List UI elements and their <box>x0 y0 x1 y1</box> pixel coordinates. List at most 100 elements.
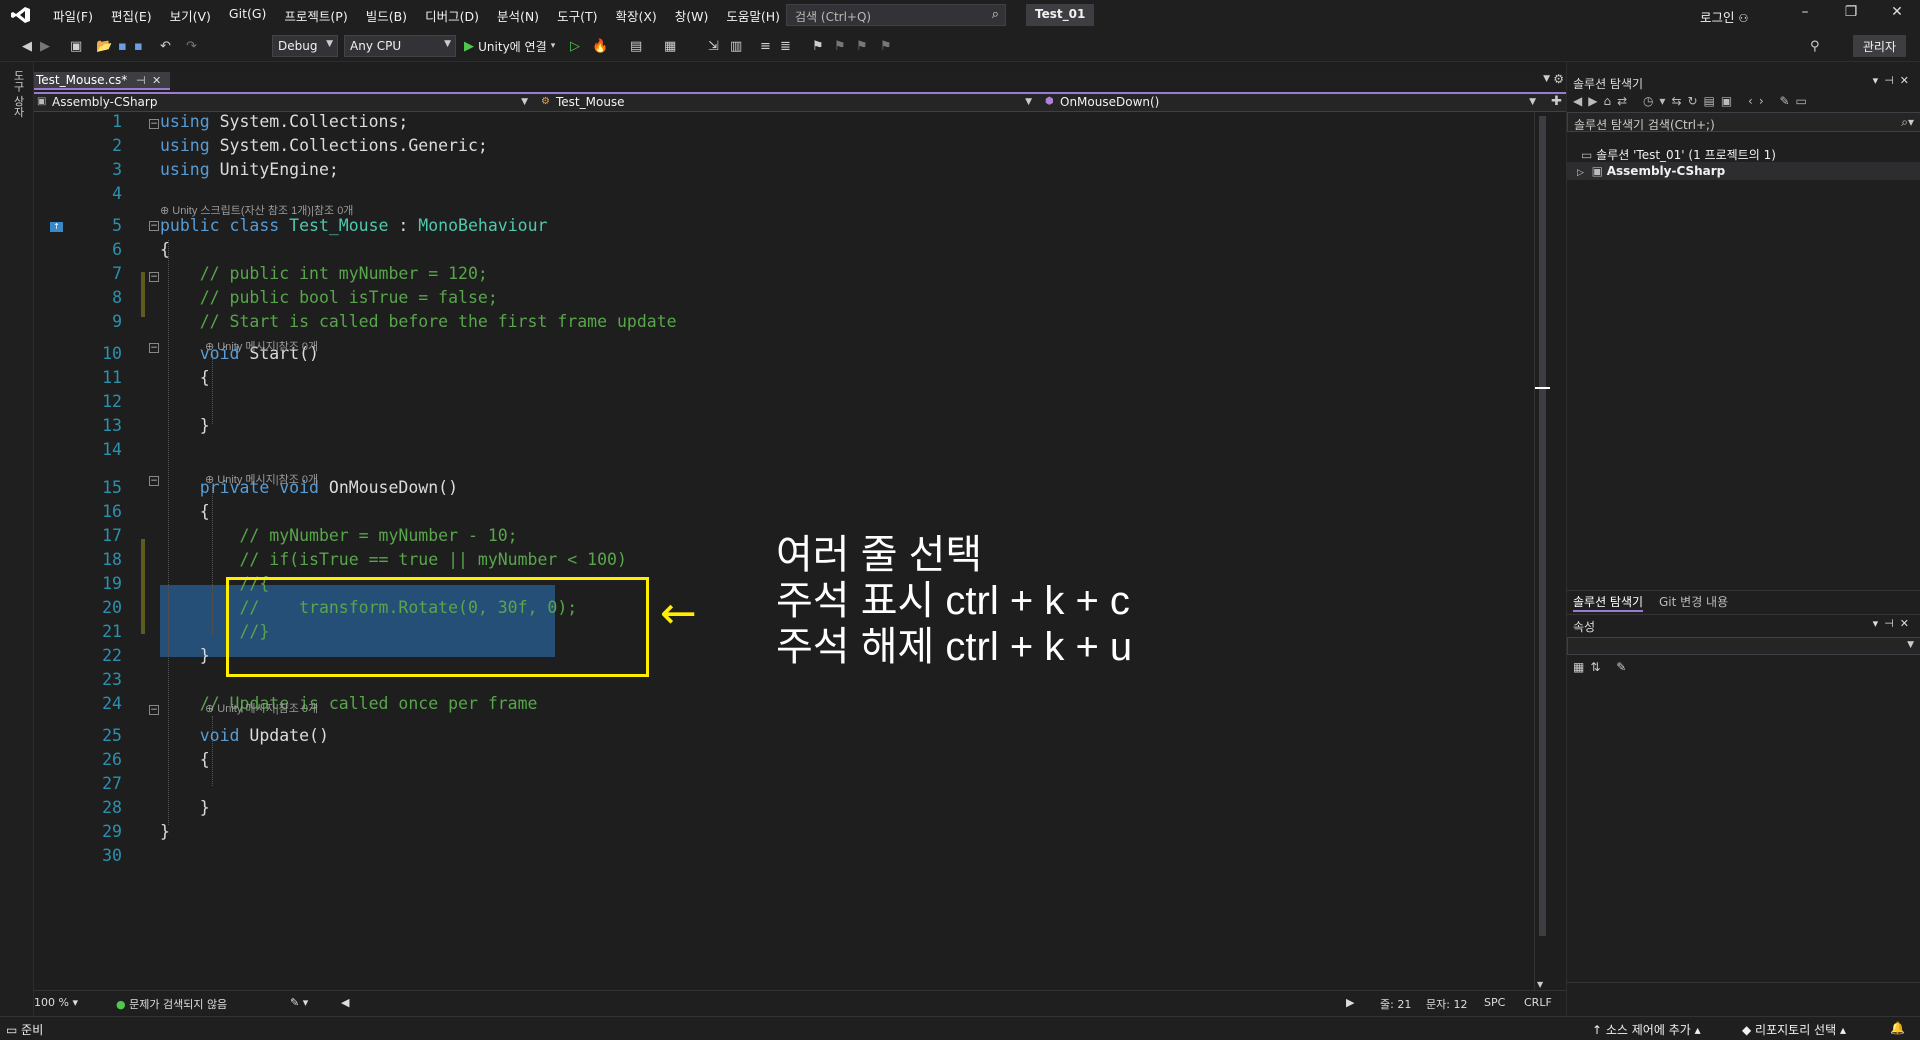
pin-icon[interactable]: ⊣ <box>136 74 146 87</box>
prev-bookmark-icon[interactable]: ⚑ <box>834 36 846 56</box>
whitespace-indicator[interactable]: SPC <box>1484 996 1505 1009</box>
notifications-bell-icon[interactable]: 🔔 <box>1890 1021 1905 1035</box>
search-input[interactable]: 검색 (Ctrl+Q) ⌕ <box>786 4 1006 26</box>
menu-item[interactable]: 확장(X) <box>606 6 665 25</box>
properties-toolbar[interactable]: ▦⇅ ✎ <box>1573 660 1632 674</box>
redo-icon[interactable]: ↷ <box>186 36 197 56</box>
add-source-control-button[interactable]: ↑ 소스 제어에 추가 ▴ <box>1592 1021 1701 1038</box>
code-line[interactable]: 5 public class Test_Mouse : MonoBehaviour <box>34 216 1544 240</box>
uncomment-icon[interactable]: ≣ <box>780 36 791 56</box>
save-all-icon[interactable]: ▪ <box>134 36 143 56</box>
select-repository-button[interactable]: ◆ 리포지토리 선택 ▴ <box>1742 1021 1846 1038</box>
menu-item[interactable]: 도구(T) <box>548 6 606 25</box>
menu-item[interactable]: 편집(E) <box>102 6 161 25</box>
left-toolbox-tab[interactable]: 도구 상자 <box>0 62 34 1016</box>
login-button[interactable]: 로그인 ⚇ <box>1700 7 1748 26</box>
code-line[interactable]: 13 } <box>34 416 1544 440</box>
code-line[interactable]: 26 { <box>34 750 1544 774</box>
code-line[interactable]: 3 using UnityEngine; <box>34 160 1544 184</box>
code-line[interactable]: 25 void Update() <box>34 726 1544 750</box>
code-line[interactable]: 30 <box>34 846 1544 870</box>
scroll-down-icon[interactable]: ▼ <box>1537 980 1543 989</box>
configuration-dropdown[interactable]: Debug ▼ <box>272 35 338 57</box>
admin-badge[interactable]: 관리자 <box>1852 35 1906 57</box>
solution-search-input[interactable]: 솔루션 탐색기 검색(Ctrl+;) ⌕▾ <box>1567 112 1920 132</box>
scrollbar-thumb[interactable] <box>1539 116 1546 936</box>
vertical-scrollbar[interactable]: ▼ <box>1534 112 1550 990</box>
zoom-dropdown[interactable]: 100 % ▾ <box>34 996 78 1009</box>
codelens-update[interactable]: ⊕ Unity 메시지|참조 0개 <box>205 700 318 716</box>
menu-item[interactable]: 창(W) <box>666 6 718 25</box>
comment-icon[interactable]: ≡ <box>760 36 771 56</box>
member-dropdown[interactable]: ⬢ OnMouseDown() ▼ <box>1042 95 1542 112</box>
clear-bookmark-icon[interactable]: ⚑ <box>880 36 892 56</box>
properties-object-dropdown[interactable]: ▼ <box>1567 637 1920 655</box>
code-line[interactable]: 11 { <box>34 368 1544 392</box>
menu-item[interactable]: 분석(N) <box>488 6 548 25</box>
undo-icon[interactable]: ↶ <box>160 36 171 56</box>
back-icon[interactable]: ◀ <box>22 36 32 56</box>
code-line[interactable]: 16 { <box>34 502 1544 526</box>
menu-item[interactable]: 도움말(H) <box>717 6 789 25</box>
menu-item[interactable]: 프로젝트(P) <box>275 6 356 25</box>
code-line[interactable]: 2 using System.Collections.Generic; <box>34 136 1544 160</box>
next-bookmark-icon[interactable]: ⚑ <box>856 36 868 56</box>
tab-solution-explorer[interactable]: 솔루션 탐색기 <box>1573 593 1644 612</box>
platform-dropdown[interactable]: Any CPU ▼ <box>344 35 456 57</box>
project-node[interactable]: ▷ ▣ Assembly-CSharp <box>1567 162 1920 180</box>
code-editor[interactable]: ↑ − − − − − − 1 using System.Collections;… <box>34 112 1550 990</box>
split-editor-icon[interactable]: ✚ <box>1551 94 1562 109</box>
save-icon[interactable]: ▪ <box>118 36 127 56</box>
browse-icon[interactable]: ▤ <box>630 36 642 56</box>
forward-icon[interactable]: ▶ <box>40 36 50 56</box>
panel-controls[interactable]: ▾⊣✕ <box>1873 74 1915 87</box>
minimize-button[interactable]: – <box>1790 4 1820 26</box>
code-line[interactable]: 27 <box>34 774 1544 798</box>
step-icon[interactable]: ⇲ <box>708 36 719 56</box>
close-window-button[interactable]: ✕ <box>1882 4 1912 26</box>
line-ending-indicator[interactable]: CRLF <box>1524 996 1552 1009</box>
solution-explorer-toolbar[interactable]: ◀▶⌂⇄ ◷▾⇆↻▤▣ ‹› ✎▭ <box>1573 94 1813 108</box>
new-project-icon[interactable]: ▣ <box>70 36 82 56</box>
code-line[interactable]: 9 // Start is called before the first fr… <box>34 312 1544 336</box>
codelens-class[interactable]: ⊕ Unity 스크립트(자산 참조 1개)|참조 0개 <box>160 202 353 218</box>
code-line[interactable]: 8 // public bool isTrue = false; <box>34 288 1544 312</box>
layout-icon[interactable]: ▦ <box>664 36 676 56</box>
code-line[interactable]: 29} <box>34 822 1544 846</box>
menu-item[interactable]: 디버그(D) <box>416 6 488 25</box>
visual-studio-logo-icon[interactable] <box>8 0 34 30</box>
solution-node[interactable]: ▭ 솔루션 'Test_01' (1 프로젝트의 1) <box>1581 144 1776 162</box>
menu-item[interactable]: 빌드(B) <box>357 6 416 25</box>
code-line[interactable]: 6{ <box>34 240 1544 264</box>
line-indicator[interactable]: 줄: 21 <box>1380 996 1411 1012</box>
panel-controls[interactable]: ▾⊣✕ <box>1873 617 1915 630</box>
code-line[interactable]: 12 <box>34 392 1544 416</box>
project-dropdown[interactable]: ▣ Assembly-CSharp ▼ <box>34 95 536 112</box>
close-tab-icon[interactable]: ✕ <box>152 74 161 87</box>
cleanup-icon[interactable]: ✎ ▾ <box>290 996 308 1009</box>
maximize-button[interactable]: ❐ <box>1836 4 1866 26</box>
settings-gear-icon[interactable]: ⚙ <box>1553 72 1564 86</box>
live-share-icon[interactable]: ⚲ <box>1810 36 1820 56</box>
hot-reload-icon[interactable]: 🔥 <box>592 36 608 56</box>
code-line[interactable]: 14 <box>34 440 1544 464</box>
class-dropdown[interactable]: ⚙ Test_Mouse ▼ <box>538 95 1038 112</box>
columns-icon[interactable]: ▥ <box>730 36 742 56</box>
issues-indicator[interactable]: ● 문제가 검색되지 않음 <box>116 996 227 1012</box>
bookmark-icon[interactable]: ⚑ <box>812 36 824 56</box>
run-button[interactable]: ▶ Unity에 연결 ▾ <box>464 36 555 56</box>
menu-item[interactable]: Git(G) <box>220 6 276 25</box>
tab-git-changes[interactable]: Git 변경 내용 <box>1659 593 1728 610</box>
codelens-start[interactable]: ⊕ Unity 메시지|참조 0개 <box>205 338 318 354</box>
code-line[interactable]: 1 using System.Collections; <box>34 112 1544 136</box>
tab-dropdown-icon[interactable]: ▼ <box>1543 74 1550 84</box>
code-line[interactable]: 28 } <box>34 798 1544 822</box>
column-indicator[interactable]: 문자: 12 <box>1426 996 1467 1012</box>
code-line[interactable]: 7 // public int myNumber = 120; <box>34 264 1544 288</box>
menu-item[interactable]: 보기(V) <box>161 6 220 25</box>
open-file-icon[interactable]: 📂 <box>96 36 112 56</box>
scroll-right-icon[interactable]: ▶ <box>1346 996 1354 1009</box>
scroll-left-icon[interactable]: ◀ <box>341 996 349 1009</box>
tab-test-mouse[interactable]: Test_Mouse.cs* ⊣ ✕ <box>34 72 170 90</box>
menu-item[interactable]: 파일(F) <box>44 6 102 25</box>
